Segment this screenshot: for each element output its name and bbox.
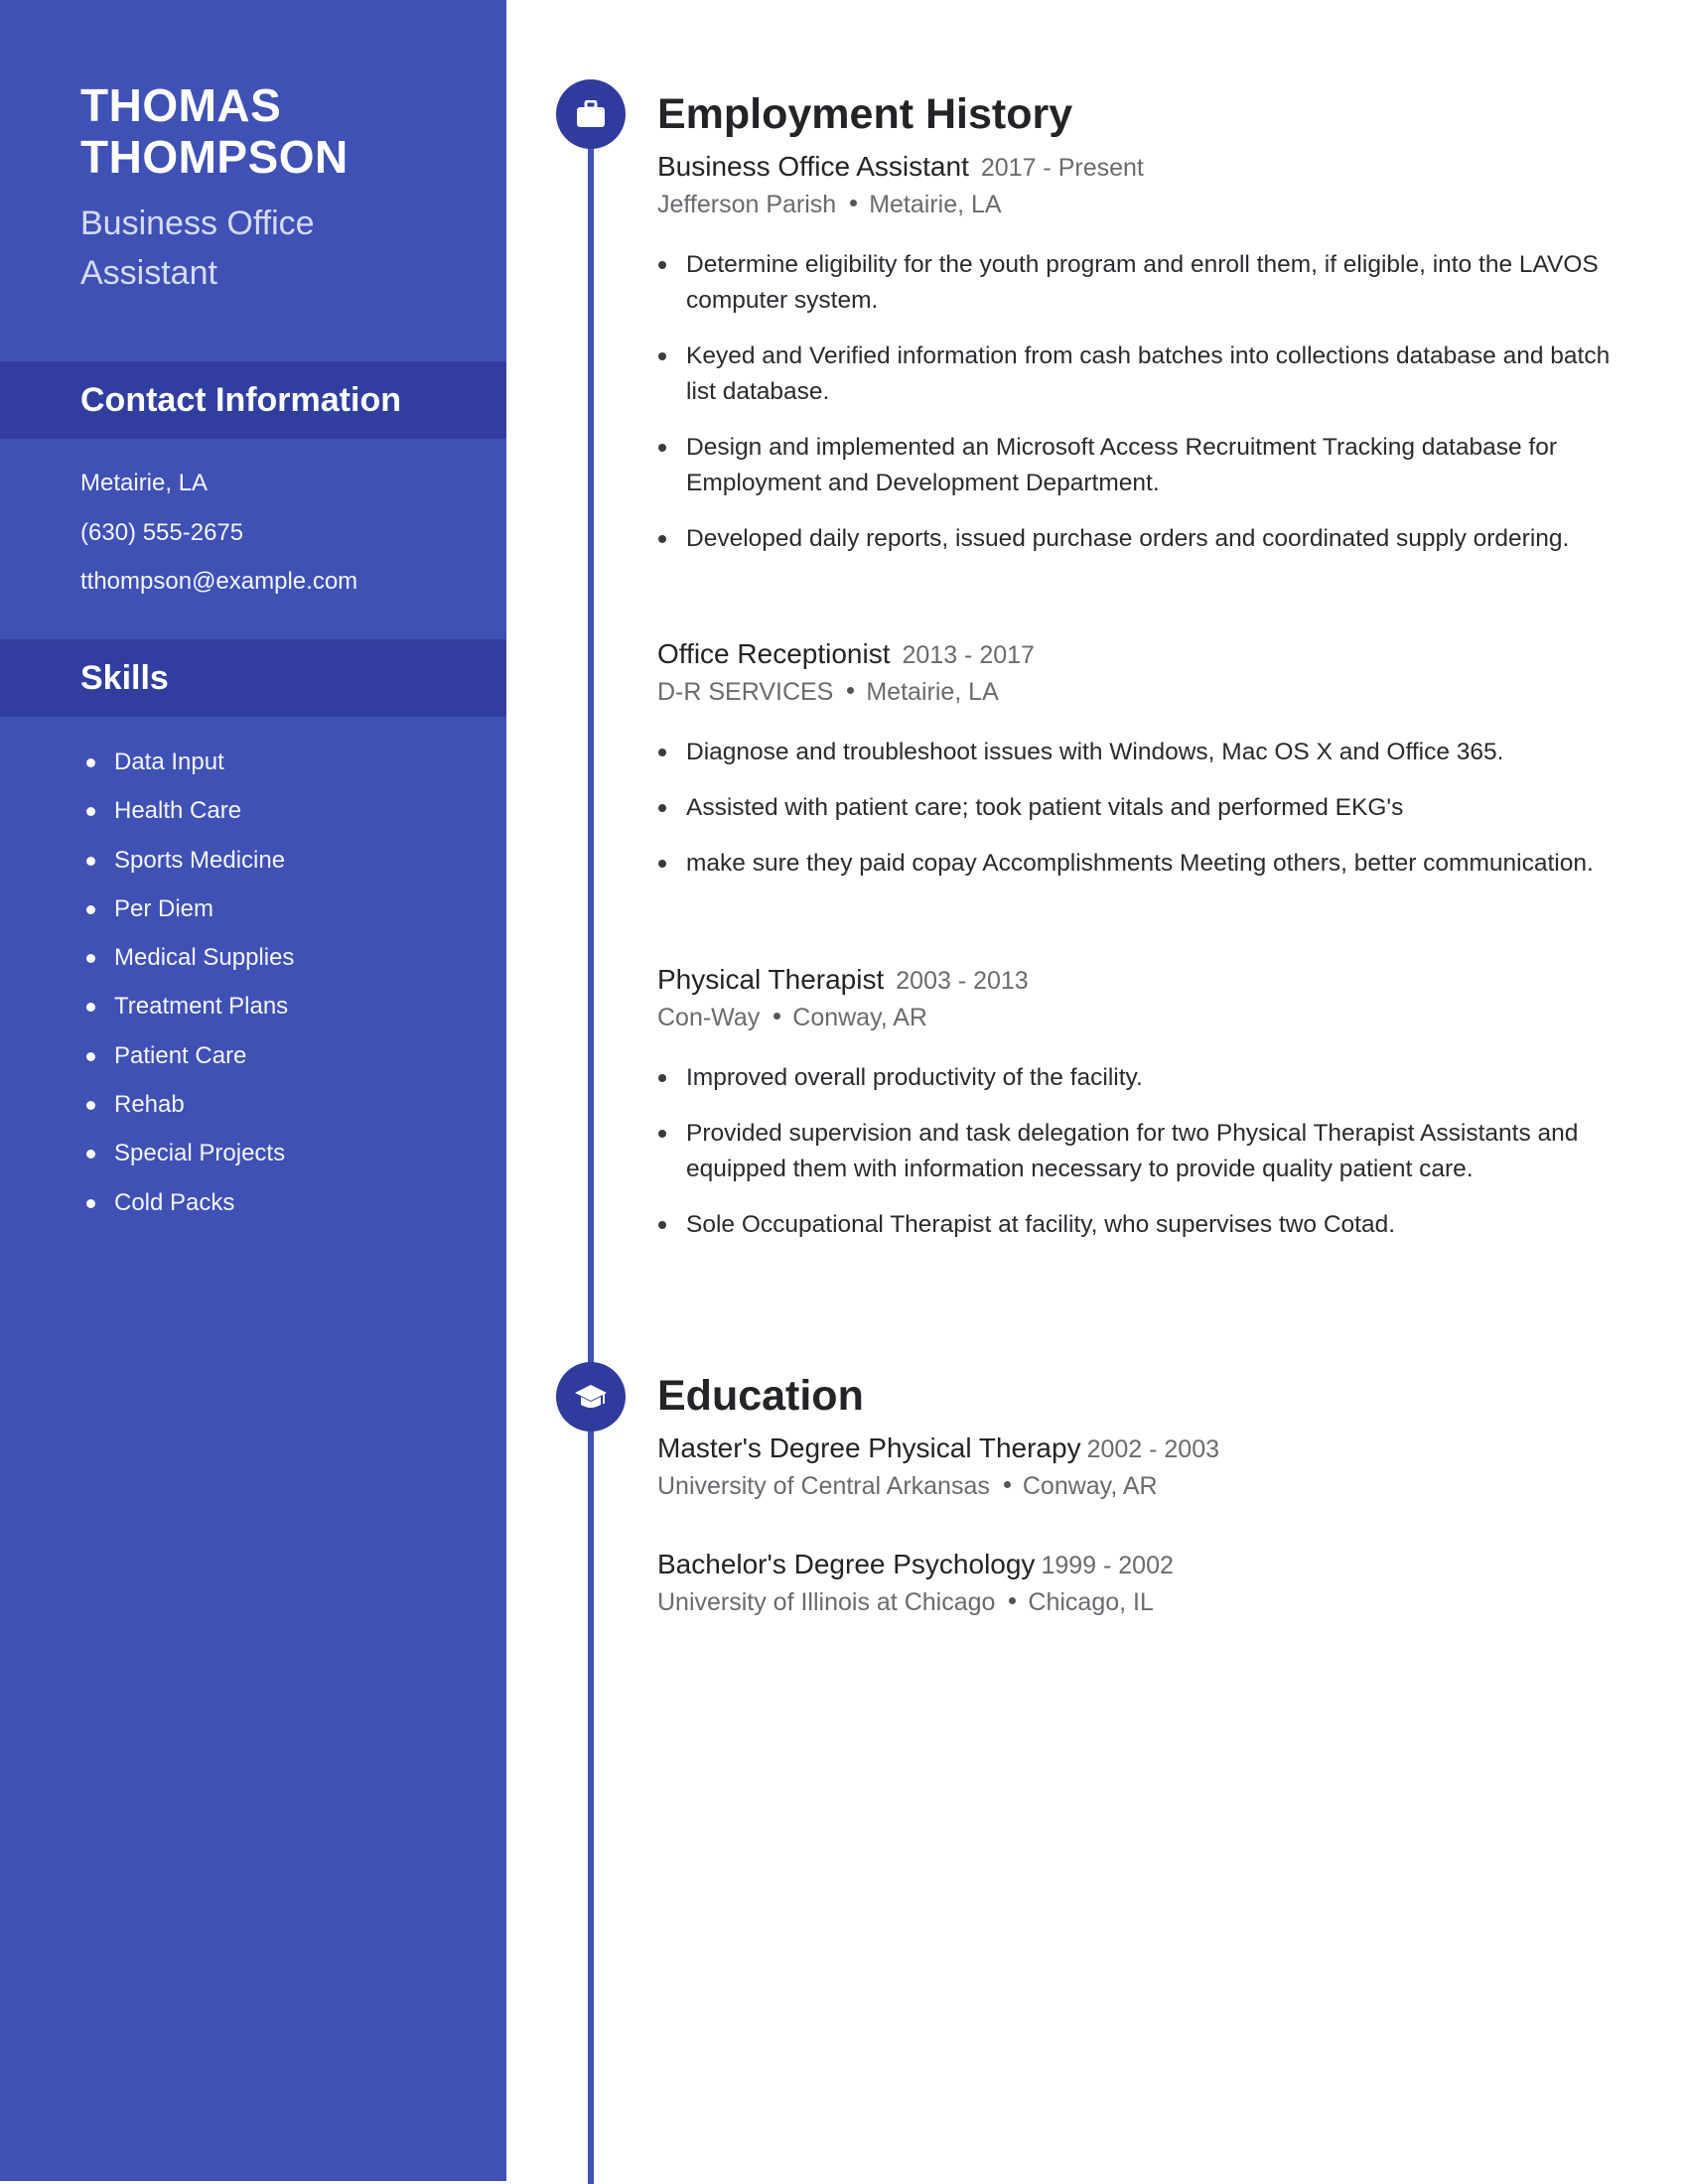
job-location: Conway, AR bbox=[792, 1004, 927, 1031]
contact-heading-band: Contact Information bbox=[0, 361, 506, 439]
job-bullet: Improved overall productivity of the fac… bbox=[657, 1060, 1611, 1096]
skill-item: Medical Supplies bbox=[80, 933, 294, 982]
separator-dot bbox=[1003, 1481, 1011, 1489]
contact-email: tthompson@example.com bbox=[80, 568, 358, 595]
education-location: Chicago, IL bbox=[1028, 1588, 1154, 1616]
job-dates: 2017 - Present bbox=[980, 154, 1144, 182]
job-bullet: Assisted with patient care; took patient… bbox=[657, 790, 1611, 826]
education-school-line: University of Central Arkansas Conway, AR bbox=[657, 1467, 1611, 1505]
title-line-2: Assistant bbox=[80, 254, 217, 292]
job-company-line: Jefferson Parish Metairie, LA bbox=[657, 186, 1611, 223]
skills-heading: Skills bbox=[80, 659, 169, 697]
job-company: Con-Way bbox=[657, 1004, 761, 1031]
education-entry: Bachelor's Degree Psychology 1999 - 2002 … bbox=[657, 1547, 1611, 1621]
job-bullet: Design and implemented an Microsoft Acce… bbox=[657, 430, 1611, 501]
job-bullet: Developed daily reports, issued purchase… bbox=[657, 521, 1611, 557]
education-school: University of Central Arkansas bbox=[657, 1472, 990, 1500]
job-bullet: Keyed and Verified information from cash… bbox=[657, 339, 1611, 410]
job-role: Business Office Assistant bbox=[657, 151, 969, 182]
separator-dot bbox=[1009, 1597, 1017, 1605]
job-company-line: D-R SERVICES Metairie, LA bbox=[657, 673, 1611, 711]
job-location: Metairie, LA bbox=[866, 678, 999, 706]
job-location: Metairie, LA bbox=[869, 191, 1002, 218]
job-dates: 2003 - 2013 bbox=[896, 967, 1029, 995]
job-bullets: Diagnose and troubleshoot issues with Wi… bbox=[657, 735, 1611, 882]
contact-list: Metairie, LA (630) 555-2675 tthompson@ex… bbox=[80, 459, 357, 607]
education-degree: Bachelor's Degree Psychology bbox=[657, 1549, 1036, 1579]
job-bullet: Diagnose and troubleshoot issues with Wi… bbox=[657, 735, 1611, 770]
education-header: Master's Degree Physical Therapy 2002 - 2… bbox=[657, 1431, 1611, 1467]
title-line-1: Business Office bbox=[80, 205, 315, 242]
job-bullet: Determine eligibility for the youth prog… bbox=[657, 247, 1611, 319]
job-entry: Office Receptionist 2013 - 2017 D-R SERVI… bbox=[657, 636, 1611, 901]
education-icon-badge bbox=[556, 1362, 626, 1432]
candidate-title: Business Office Assistant bbox=[80, 199, 478, 298]
education-degree: Master's Degree Physical Therapy bbox=[657, 1433, 1081, 1463]
briefcase-icon bbox=[577, 100, 605, 127]
education-header: Bachelor's Degree Psychology 1999 - 2002 bbox=[657, 1547, 1611, 1583]
education-school: University of Illinois at Chicago bbox=[657, 1588, 996, 1616]
job-bullets: Determine eligibility for the youth prog… bbox=[657, 247, 1611, 557]
education-school-line: University of Illinois at Chicago Chicago… bbox=[657, 1583, 1611, 1621]
job-role: Physical Therapist bbox=[657, 964, 885, 995]
job-company-line: Con-Way Conway, AR bbox=[657, 999, 1611, 1036]
job-company: D-R SERVICES bbox=[657, 678, 834, 706]
contact-phone: (630) 555-2675 bbox=[80, 518, 244, 546]
skill-item: Cold Packs bbox=[80, 1178, 294, 1227]
education-dates: 2002 - 2003 bbox=[1086, 1435, 1220, 1463]
job-dates: 2013 - 2017 bbox=[902, 641, 1035, 669]
job-header: Physical Therapist 2003 - 2013 bbox=[657, 962, 1611, 999]
graduation-cap-icon bbox=[575, 1385, 607, 1408]
separator-dot bbox=[847, 687, 855, 695]
skills-list: Data Input Health Care Sports Medicine P… bbox=[80, 738, 294, 1227]
contact-location: Metairie, LA bbox=[80, 470, 209, 496]
name-first: THOMAS bbox=[80, 79, 282, 131]
separator-dot bbox=[850, 200, 858, 207]
skill-item: Health Care bbox=[80, 786, 294, 835]
name-last: THOMPSON bbox=[80, 131, 349, 183]
skill-item: Rehab bbox=[80, 1080, 294, 1129]
job-bullet: Sole Occupational Therapist at facility,… bbox=[657, 1207, 1611, 1243]
job-bullet: make sure they paid copay Accomplishment… bbox=[657, 846, 1611, 882]
skill-item: Per Diem bbox=[80, 885, 294, 933]
skill-item: Special Projects bbox=[80, 1129, 294, 1177]
skill-item: Data Input bbox=[80, 738, 294, 786]
sidebar: THOMAS THOMPSON Business Office Assistan… bbox=[0, 0, 506, 2181]
job-entry: Business Office Assistant 2017 - Present … bbox=[657, 149, 1611, 577]
education-heading: Education bbox=[657, 1372, 864, 1420]
education-entry: Master's Degree Physical Therapy 2002 - 2… bbox=[657, 1431, 1611, 1505]
skill-item: Patient Care bbox=[80, 1031, 294, 1080]
skill-item: Treatment Plans bbox=[80, 982, 294, 1030]
skill-item: Sports Medicine bbox=[80, 836, 294, 885]
skills-heading-band: Skills bbox=[0, 639, 506, 717]
education-dates: 1999 - 2002 bbox=[1041, 1552, 1174, 1579]
employment-icon-badge bbox=[556, 79, 626, 149]
candidate-name: THOMAS THOMPSON bbox=[80, 79, 497, 183]
contact-heading: Contact Information bbox=[80, 381, 401, 419]
job-role: Office Receptionist bbox=[657, 638, 891, 669]
job-bullet: Provided supervision and task delegation… bbox=[657, 1116, 1611, 1187]
employment-heading: Employment History bbox=[657, 90, 1073, 138]
job-header: Business Office Assistant 2017 - Present bbox=[657, 149, 1611, 186]
job-company: Jefferson Parish bbox=[657, 191, 837, 218]
job-header: Office Receptionist 2013 - 2017 bbox=[657, 636, 1611, 673]
job-entry: Physical Therapist 2003 - 2013 Con-Way Con… bbox=[657, 962, 1611, 1263]
separator-dot bbox=[774, 1013, 781, 1021]
job-bullets: Improved overall productivity of the fac… bbox=[657, 1060, 1611, 1243]
education-location: Conway, AR bbox=[1022, 1472, 1158, 1500]
timeline-line bbox=[588, 114, 594, 2184]
